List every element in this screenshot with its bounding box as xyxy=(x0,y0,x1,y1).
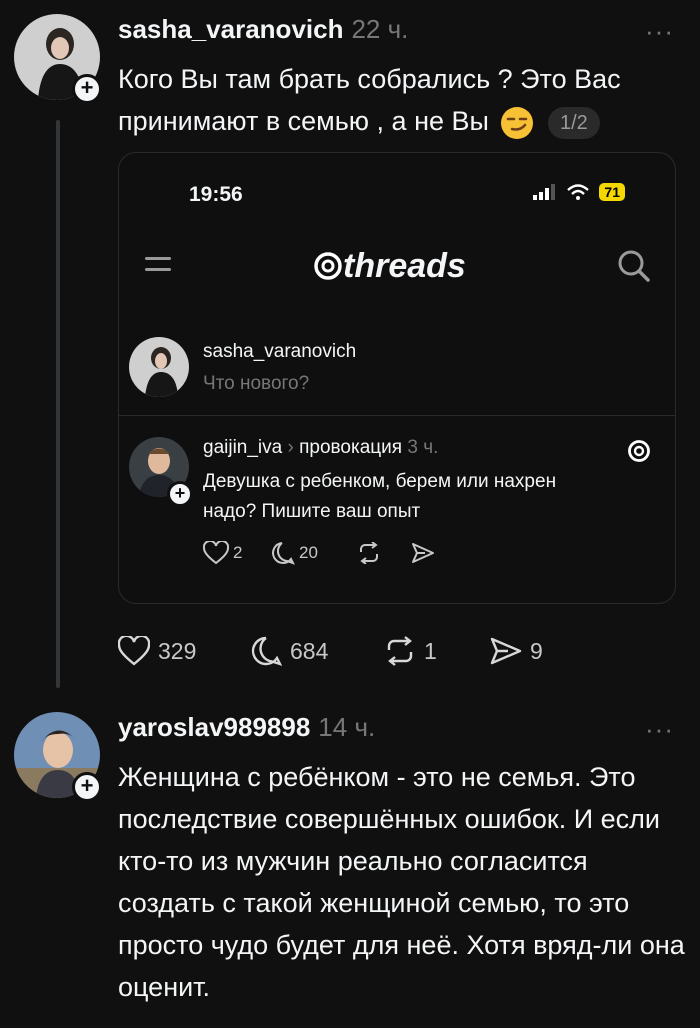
inner-share-button[interactable] xyxy=(411,542,435,564)
share-button[interactable]: 9 xyxy=(490,636,543,666)
composer-avatar xyxy=(129,337,189,397)
wifi-icon xyxy=(567,184,589,200)
inner-like-button[interactable]: 2 xyxy=(203,541,269,565)
search-icon[interactable] xyxy=(617,249,651,283)
topic-tag[interactable]: провокация xyxy=(299,437,402,458)
heart-icon xyxy=(203,541,229,565)
status-icons: 71 xyxy=(532,183,625,201)
status-clock: 19:56 xyxy=(189,183,243,206)
inner-post-time: 3 ч. xyxy=(407,437,439,458)
post-timestamp: 14 ч. xyxy=(318,712,376,742)
repost-button[interactable]: 1 xyxy=(384,636,490,666)
threads-logo: threads xyxy=(313,247,466,286)
menu-icon[interactable] xyxy=(145,253,171,275)
inner-repost-button[interactable] xyxy=(357,542,411,564)
threads-at-icon xyxy=(314,252,342,280)
follow-plus-icon[interactable]: + xyxy=(167,481,193,507)
threads-logo-icon xyxy=(628,440,650,462)
repost-icon xyxy=(360,542,378,564)
inner-post-actions: 2 20 xyxy=(203,541,435,565)
inner-reply-button[interactable]: 20 xyxy=(269,541,357,565)
post-text: Кого Вы там брать собрались ? Это Вас пр… xyxy=(118,58,688,142)
reply-button[interactable]: 684 xyxy=(250,636,384,666)
like-button[interactable]: 329 xyxy=(118,636,250,666)
signal-icon xyxy=(532,184,555,200)
divider xyxy=(119,415,675,416)
thread-connector-line xyxy=(56,120,60,688)
share-icon xyxy=(412,543,434,563)
topic-separator: › xyxy=(287,437,294,458)
repost-icon xyxy=(387,636,413,666)
inner-post-text: Девушка с ребенком, берем или нахрен над… xyxy=(203,471,557,522)
composer-input[interactable]: Что нового? xyxy=(203,373,309,395)
inner-post-username[interactable]: gaijin_iva xyxy=(203,437,282,458)
comment-icon xyxy=(251,636,282,666)
share-icon xyxy=(490,637,522,665)
heart-icon xyxy=(118,636,150,666)
post-username[interactable]: sasha_varanovich 22 ч. xyxy=(118,14,408,45)
post-username[interactable]: yaroslav989898 14 ч. xyxy=(118,712,375,743)
post-actions: 329 684 1 9 xyxy=(118,636,543,666)
post-timestamp: 22 ч. xyxy=(351,14,409,44)
composer-username: sasha_varanovich xyxy=(203,341,357,362)
carousel-page-indicator: 1/2 xyxy=(547,106,600,139)
follow-plus-icon[interactable]: + xyxy=(72,772,102,802)
embedded-screenshot[interactable]: 19:56 71 threads sasha_varanovich Что но… xyxy=(118,152,676,604)
more-options-icon[interactable]: ··· xyxy=(645,16,674,47)
battery-indicator: 71 xyxy=(599,183,625,201)
more-options-icon[interactable]: ··· xyxy=(645,714,674,745)
inner-post-header: gaijin_iva › провокация 3 ч. xyxy=(203,437,438,459)
post-text: Женщина с ребёнком - это не семья. Это п… xyxy=(118,762,685,1002)
smirk-emoji-icon xyxy=(501,106,534,139)
comment-icon xyxy=(272,542,295,565)
follow-plus-icon[interactable]: + xyxy=(72,74,102,104)
